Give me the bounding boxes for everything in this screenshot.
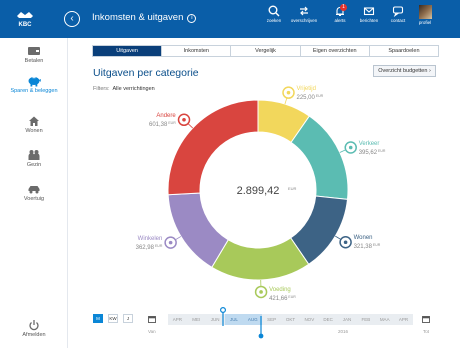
start-label: Van xyxy=(148,329,156,334)
slice-amount: 395,62 EUR xyxy=(358,148,386,156)
sidebar-item-afmelden[interactable]: Afmelden xyxy=(0,319,68,339)
power-icon xyxy=(29,320,39,331)
wallet-icon xyxy=(28,47,40,55)
food-icon-glyph xyxy=(259,290,263,294)
contact-label: contact xyxy=(390,18,406,23)
search-button[interactable]: zoeken xyxy=(259,5,289,23)
cart-icon-glyph xyxy=(168,240,173,245)
slice-amount: 362,98 EUR xyxy=(135,243,163,251)
kbc-logo[interactable]: KBC xyxy=(14,9,36,29)
range-selector[interactable] xyxy=(218,306,268,342)
period-quarter-button[interactable]: KW xyxy=(108,314,118,323)
side-navigation: Betalen Sparen & beleggen Wonen Gezin Vo… xyxy=(0,38,68,348)
transfer-label: overschrijven xyxy=(290,18,318,23)
year-label: 2016 xyxy=(338,329,349,334)
transfer-button[interactable]: overschrijven xyxy=(289,5,319,23)
month-apr-0[interactable]: APR xyxy=(168,314,187,325)
search-icon xyxy=(268,5,280,17)
calendar-end-icon[interactable] xyxy=(422,315,430,323)
sidebar-item-sparen[interactable]: Sparen & beleggen xyxy=(0,75,68,95)
month-dec-8[interactable]: DEC xyxy=(319,314,338,325)
calendar-start-icon[interactable] xyxy=(148,315,156,323)
back-button[interactable]: ‹ xyxy=(64,11,80,27)
slice-name: Voeding xyxy=(269,286,291,293)
sidebar-item-label: Gezin xyxy=(26,162,42,168)
month-okt-6[interactable]: OKT xyxy=(281,314,300,325)
slice-amount: 421,66 EUR xyxy=(269,294,296,302)
bulb-icon-glyph xyxy=(286,90,291,95)
slice-amount: 601,38 EUR xyxy=(149,120,176,128)
donut-center-currency: EUR xyxy=(288,186,297,191)
search-icon-glyph xyxy=(182,117,186,122)
slice-name: Winkelen xyxy=(137,235,163,242)
car-icon xyxy=(28,186,40,194)
alerts-button[interactable]: 1 alerts xyxy=(325,4,355,23)
car-icon-glyph xyxy=(348,145,353,150)
piggy-bank-icon xyxy=(28,77,41,87)
expenses-donut-chart: 2.899,42 EUR xyxy=(164,86,357,299)
svg-text:KBC: KBC xyxy=(19,22,33,28)
page-title-text: Inkomsten & uitgaven xyxy=(92,12,184,23)
month-strip[interactable]: APR MEI JUN JUL AUG SEP OKT NOV DEC JAN FEB MAA APR xyxy=(168,314,413,325)
messages-label: berichten xyxy=(359,18,379,23)
sidebar-item-gezin[interactable]: Gezin xyxy=(0,149,68,169)
slice-label-verkeer: Verkeer 395,62 EUR xyxy=(359,141,386,157)
avatar xyxy=(418,5,432,19)
slice-name: Verkeer xyxy=(358,140,380,147)
transfer-icon xyxy=(300,6,308,16)
month-jan-9[interactable]: JAN xyxy=(338,314,357,325)
house-icon-glyph xyxy=(343,240,348,245)
sidebar-item-label: Wonen xyxy=(25,128,43,134)
alerts-label: alerts xyxy=(334,18,346,23)
slice-amount: 225,00 EUR xyxy=(296,93,324,101)
month-mei-1[interactable]: MEI xyxy=(187,314,206,325)
info-icon[interactable]: i xyxy=(187,14,197,23)
house-icon xyxy=(29,116,39,126)
slice-name: Vrijetijd xyxy=(296,85,316,92)
top-bar: KBC ‹ Inkomsten & uitgaven i zoeken overs… xyxy=(0,0,460,38)
profile-label: profiel xyxy=(418,20,432,25)
period-month-button[interactable]: M xyxy=(93,314,103,323)
messages-button[interactable]: berichten xyxy=(354,5,384,23)
month-feb-10[interactable]: FEB xyxy=(356,314,375,325)
sidebar-item-label: Sparen & beleggen xyxy=(10,88,58,94)
sidebar-item-label: Betalen xyxy=(24,58,44,64)
family-icon xyxy=(28,150,40,160)
chat-icon xyxy=(392,6,404,17)
month-apr-12[interactable]: APR xyxy=(394,314,413,325)
slice-label-winkelen: Winkelen 362,98 EUR xyxy=(136,236,163,252)
sidebar-item-label: Voertuig xyxy=(23,196,45,202)
slice-label-andere: Andere 601,38 EUR xyxy=(149,113,176,129)
mail-icon xyxy=(363,7,375,16)
timeline: M KW J Van APR MEI JUN JUL AUG SEP OKT NOV DEC JA… xyxy=(68,306,460,346)
sidebar-item-wonen[interactable]: Wonen xyxy=(0,115,68,135)
slice-label-voeding: Voeding 421,66 EUR xyxy=(269,287,296,303)
sidebar-item-betalen[interactable]: Betalen xyxy=(0,45,68,65)
sidebar-item-label: Afmelden xyxy=(22,332,46,338)
donut-center-total: 2.899,42 xyxy=(237,185,280,197)
slice-label-wonen: Wonen 321,38 EUR xyxy=(354,235,381,251)
period-year-button[interactable]: J xyxy=(123,314,133,323)
month-nov-7[interactable]: NOV xyxy=(300,314,319,325)
contact-button[interactable]: contact xyxy=(383,5,413,23)
search-label: zoeken xyxy=(266,18,282,23)
end-label: Tot xyxy=(423,329,430,334)
slice-name: Andere xyxy=(156,112,176,119)
month-maa-11[interactable]: MAA xyxy=(375,314,394,325)
slice-name: Wonen xyxy=(353,235,373,242)
app-window: KBC ‹ Inkomsten & uitgaven i zoeken overs… xyxy=(0,0,460,348)
donut-slice-voeding[interactable] xyxy=(211,237,310,281)
sidebar-item-voertuig[interactable]: Voertuig xyxy=(0,183,68,203)
slice-label-vrije-tijd: Vrijetijd 225,00 EUR xyxy=(296,86,323,102)
profile-button[interactable]: profiel xyxy=(410,5,440,25)
page-title: Inkomsten & uitgaven i xyxy=(92,12,197,23)
slice-amount: 321,38 EUR xyxy=(353,243,381,251)
main-content: Uitgaven Inkomsten Vergelijk Eigen overz… xyxy=(68,38,460,348)
alerts-badge: 1 xyxy=(340,4,347,11)
